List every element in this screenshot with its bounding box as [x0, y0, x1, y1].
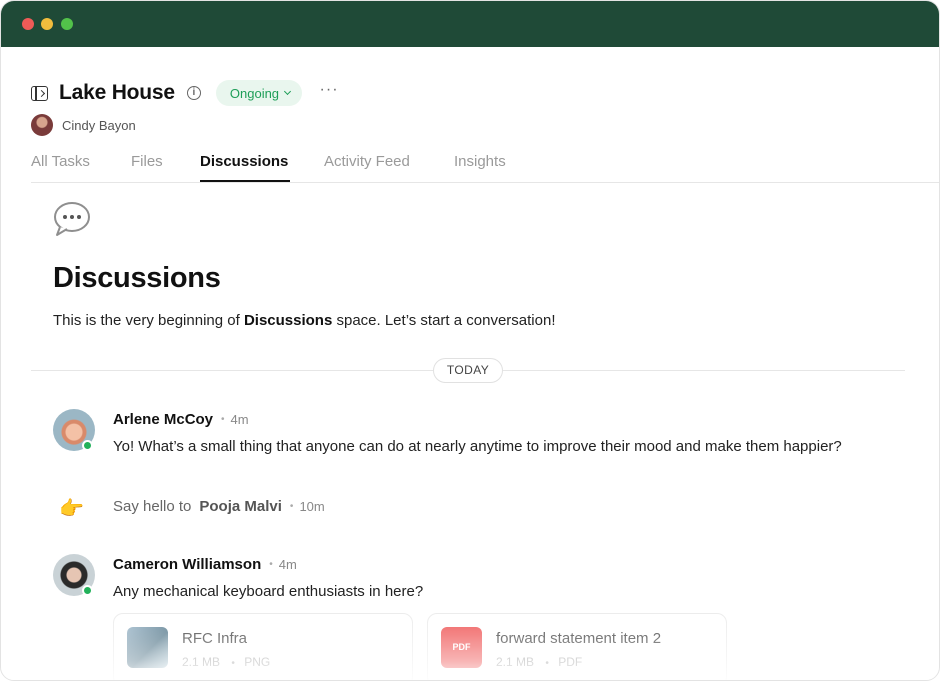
attachment-card[interactable]: PDF forward statement item 2 2.1 MB • PD…	[427, 613, 727, 680]
avatar	[31, 114, 53, 136]
project-owner: Cindy Bayon	[31, 114, 136, 136]
section-intro: This is the very beginning of Discussion…	[53, 312, 556, 329]
attachment-type: PNG	[244, 655, 271, 669]
separator-dot: •	[269, 559, 273, 570]
separator-dot: •	[221, 414, 225, 425]
attachment-name: RFC Infra	[182, 630, 248, 647]
attachment-size: 2.1 MB	[496, 655, 535, 669]
message-time: 4m	[230, 412, 249, 427]
section-title: Discussions	[53, 262, 221, 294]
system-event: Say hello to Pooja Malvi • 10m	[113, 498, 325, 515]
intro-space-name: Discussions	[243, 312, 333, 329]
attachment-type: PDF	[558, 655, 583, 669]
title-bar	[1, 1, 939, 47]
sidebar-toggle-icon[interactable]	[31, 85, 48, 101]
more-options-button[interactable]: ···	[315, 79, 343, 107]
image-thumbnail-icon	[127, 627, 168, 668]
tab-discussions[interactable]: Discussions	[200, 153, 288, 170]
owner-name: Cindy Bayon	[62, 117, 136, 133]
message-text: Any mechanical keyboard enthusiasts in h…	[113, 583, 424, 600]
tab-all-tasks[interactable]: All Tasks	[31, 153, 90, 170]
status-dropdown[interactable]: Ongoing	[215, 80, 303, 106]
message-author[interactable]: Cameron Williamson	[113, 556, 261, 573]
online-status-icon	[82, 585, 93, 596]
status-label: Ongoing	[229, 85, 280, 101]
tab-activity-feed[interactable]: Activity Feed	[324, 153, 410, 170]
new-member-name[interactable]: Pooja Malvi	[199, 498, 282, 515]
info-icon[interactable]: i	[186, 86, 201, 100]
separator-dot: •	[289, 501, 294, 512]
system-event-text: Say hello to	[113, 498, 192, 515]
minimize-window-button[interactable]	[41, 18, 53, 30]
pdf-file-icon: PDF	[441, 627, 482, 668]
tab-files[interactable]: Files	[131, 153, 163, 170]
close-window-button[interactable]	[22, 18, 34, 30]
chevron-down-icon	[284, 87, 292, 96]
tab-insights[interactable]: Insights	[454, 153, 506, 170]
maximize-window-button[interactable]	[61, 18, 73, 30]
attachment-name: forward statement item 2	[496, 630, 662, 647]
attachment-card[interactable]: RFC Infra 2.1 MB • PNG	[113, 613, 413, 680]
active-tab-indicator	[200, 180, 290, 182]
message-time: 4m	[278, 557, 297, 572]
message-header: Cameron Williamson • 4m	[113, 556, 297, 573]
online-status-icon	[82, 440, 93, 451]
message-header: Arlene McCoy • 4m	[113, 411, 249, 428]
message-text: Yo! What’s a small thing that anyone can…	[113, 438, 842, 455]
project-title: Lake House	[59, 81, 175, 104]
pointing-hand-icon: 👉	[59, 498, 84, 520]
attachment-meta: 2.1 MB • PDF	[496, 655, 582, 669]
day-label: TODAY	[433, 358, 503, 383]
attachment-meta: 2.1 MB • PNG	[182, 655, 270, 669]
message-author[interactable]: Arlene McCoy	[113, 411, 213, 428]
intro-prefix: This is the very beginning of	[53, 312, 244, 329]
intro-suffix: space. Let’s start a conversation!	[332, 312, 556, 329]
system-event-time: 10m	[299, 499, 325, 514]
attachment-size: 2.1 MB	[182, 655, 221, 669]
tab-bar: All Tasks Files Discussions Activity Fee…	[31, 147, 939, 183]
project-header: Lake House i Ongoing ···	[31, 79, 343, 107]
app-window: Lake House i Ongoing ··· Cindy Bayon All…	[0, 0, 940, 681]
speech-bubble-icon	[54, 202, 90, 236]
separator-dot: •	[231, 658, 235, 669]
separator-dot: •	[545, 658, 549, 669]
